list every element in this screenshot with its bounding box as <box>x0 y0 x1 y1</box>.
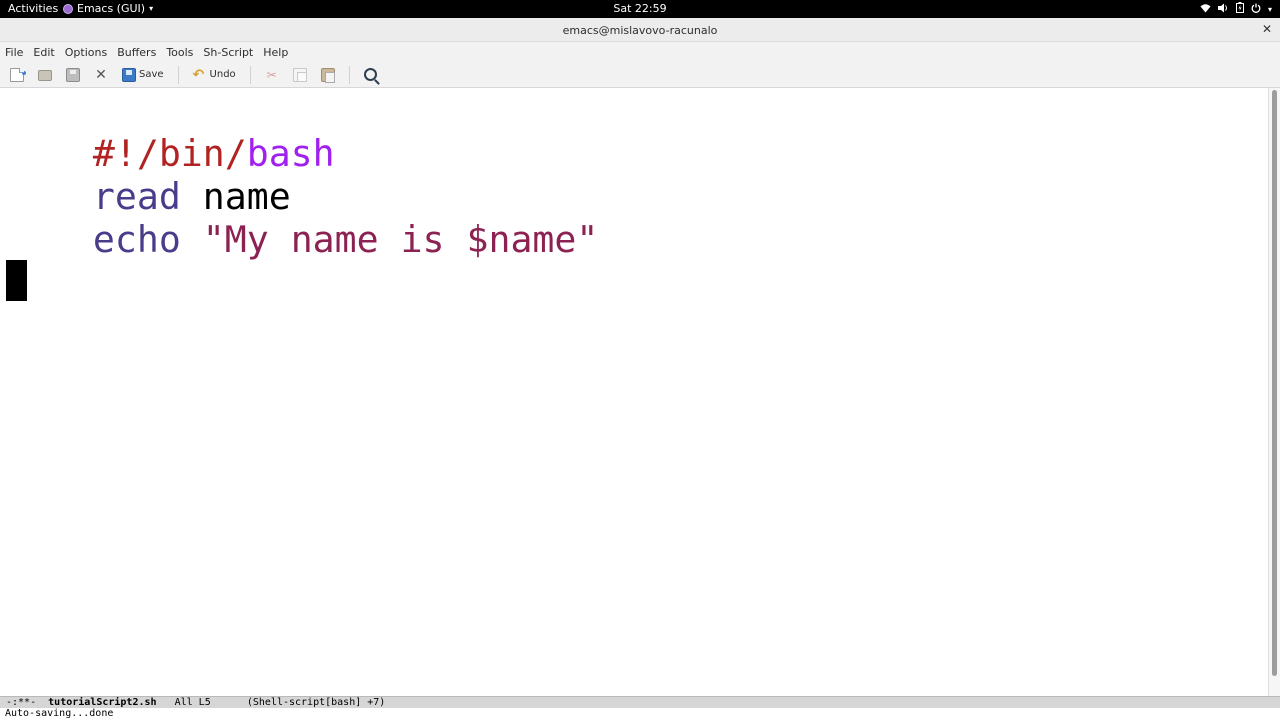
close-buffer-button[interactable]: ✕ <box>94 68 108 82</box>
open-folder-icon <box>38 70 52 81</box>
mode-line: -:**- tutorialScript2.sh All L5 (Shell-s… <box>0 696 1280 708</box>
chevron-down-icon: ▾ <box>1267 5 1272 14</box>
save-icon <box>122 67 136 82</box>
window-title: emacs@mislavovo-racunalo <box>562 24 718 37</box>
paste-button[interactable] <box>320 67 335 83</box>
menu-sh-script[interactable]: Sh-Script <box>203 46 253 59</box>
close-window-icon[interactable]: ✕ <box>1262 22 1272 36</box>
app-menu-label: Emacs (GUI) <box>77 2 146 15</box>
save-disk-icon <box>66 67 80 82</box>
new-file-icon <box>10 67 26 82</box>
close-buffer-icon: ✕ <box>95 66 107 83</box>
toolbar-separator <box>348 65 350 84</box>
builtin-keyword: echo <box>92 218 181 261</box>
clock[interactable]: Sat 22:59 <box>0 2 1280 15</box>
vertical-scrollbar[interactable] <box>1268 88 1280 696</box>
copy-button[interactable] <box>292 67 307 82</box>
menu-edit[interactable]: Edit <box>33 46 54 59</box>
copy-icon <box>292 67 307 82</box>
system-tray[interactable]: ▾ <box>1200 2 1272 18</box>
activities-button[interactable]: Activities <box>8 2 58 15</box>
search-button[interactable] <box>363 68 377 81</box>
window-title-bar: emacs@mislavovo-racunalo ✕ <box>0 18 1280 42</box>
search-icon <box>363 68 377 81</box>
cut-icon: ✂ <box>266 67 277 82</box>
app-menu[interactable]: Emacs (GUI) ▾ <box>63 2 153 15</box>
modeline-status: -:**- <box>6 697 37 708</box>
power-icon <box>1251 3 1261 18</box>
echo-area: Auto-saving...done <box>0 708 1280 720</box>
emacs-app-icon <box>63 3 73 14</box>
code-line-3: echo "My name is $name" <box>5 175 598 261</box>
undo-icon: ↶ <box>192 66 205 83</box>
open-folder-button[interactable] <box>38 68 52 81</box>
battery-icon <box>1235 2 1244 18</box>
menu-options[interactable]: Options <box>65 46 107 59</box>
menu-file[interactable]: File <box>5 46 23 59</box>
variable-reference: $name <box>466 218 577 261</box>
toolbar: ✕ Save ↶ Undo ✂ <box>0 62 1280 88</box>
menu-tools[interactable]: Tools <box>166 46 193 59</box>
save-button-label: Save <box>139 69 164 80</box>
save-disk-button[interactable] <box>66 67 80 82</box>
undo-button-label: Undo <box>209 69 236 80</box>
code-line-1: #!/bin/bash <box>5 89 335 175</box>
wifi-icon <box>1200 3 1211 18</box>
code-line-2: read name <box>5 132 291 218</box>
scrollbar-thumb[interactable] <box>1272 90 1277 676</box>
modeline-buffer-name[interactable]: tutorialScript2.sh <box>48 697 156 708</box>
text-cursor <box>6 260 27 301</box>
system-top-bar: Activities Emacs (GUI) ▾ Sat 22:59 ▾ <box>0 0 1280 18</box>
volume-icon <box>1217 3 1229 18</box>
toolbar-separator <box>249 65 251 84</box>
undo-button[interactable]: ↶ Undo <box>193 68 236 82</box>
cut-button[interactable]: ✂ <box>265 68 279 82</box>
editor-buffer[interactable]: #!/bin/bash read name echo "My name is $… <box>0 88 1268 696</box>
toolbar-separator <box>177 65 179 84</box>
menu-buffers[interactable]: Buffers <box>117 46 156 59</box>
chevron-down-icon: ▾ <box>149 4 154 13</box>
modeline-position: All L5 <box>174 697 211 708</box>
paste-icon <box>320 67 335 83</box>
string-literal: "My name is <box>202 218 467 261</box>
menu-help[interactable]: Help <box>263 46 288 59</box>
new-file-button[interactable] <box>10 67 26 82</box>
save-button[interactable]: Save <box>122 67 164 82</box>
modeline-major-mode[interactable]: (Shell-script[bash] +7) <box>247 697 385 708</box>
menu-bar: File Edit Options Buffers Tools Sh-Scrip… <box>0 42 1280 62</box>
string-literal: " <box>576 218 599 261</box>
